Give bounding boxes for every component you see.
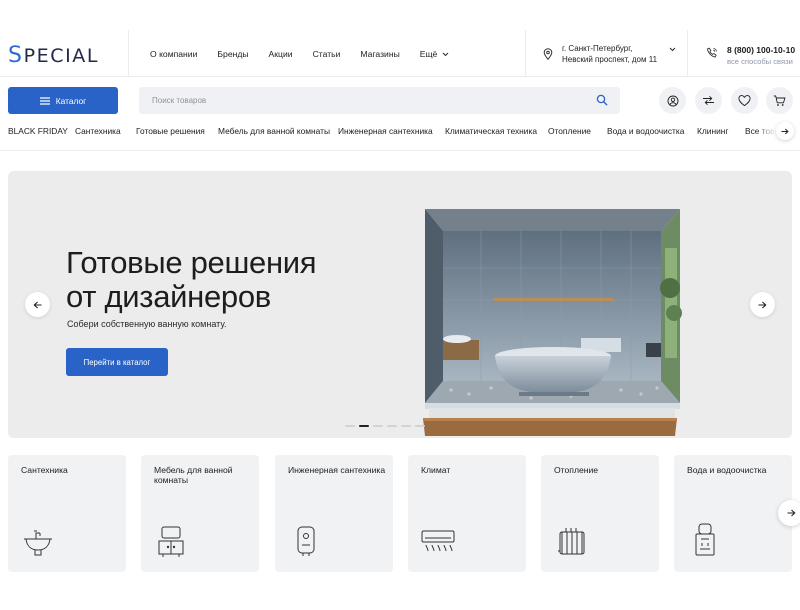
category-card-title: Инженерная сантехника bbox=[288, 465, 386, 475]
hero-subtitle: Собери собственную ванную комнату. bbox=[67, 319, 227, 329]
air-conditioner-icon bbox=[421, 530, 455, 552]
search-icon[interactable] bbox=[596, 94, 608, 106]
category-card-title: Вода и водоочистка bbox=[687, 465, 767, 475]
catalog-button-label: Каталог bbox=[55, 95, 87, 106]
category-card-bathroom-furniture[interactable]: Мебель для ванной комнаты bbox=[141, 455, 259, 572]
slider-dots bbox=[345, 425, 425, 427]
location-line2: Невский проспект, дом 11 bbox=[562, 55, 658, 64]
hero-cta-button[interactable]: Перейти в каталог bbox=[66, 348, 168, 376]
nav-more-label: Ещё bbox=[419, 49, 438, 59]
category-nav-next-button[interactable] bbox=[776, 122, 794, 140]
cart-button[interactable] bbox=[766, 87, 793, 114]
vanity-icon bbox=[158, 526, 184, 557]
category-card-engineering-plumbing[interactable]: Инженерная сантехника bbox=[275, 455, 393, 572]
heart-icon bbox=[738, 94, 751, 106]
category-card-title: Сантехника bbox=[21, 465, 68, 475]
compare-icon bbox=[703, 95, 714, 106]
location-selector[interactable]: г. Санкт-Петербург, Невский проспект, до… bbox=[543, 43, 676, 65]
divider bbox=[525, 30, 526, 76]
category-card-title: Климат bbox=[421, 465, 451, 475]
nav-about-link[interactable]: О компании bbox=[150, 49, 197, 59]
favorites-button[interactable] bbox=[731, 87, 758, 114]
divider bbox=[128, 30, 129, 76]
category-link[interactable]: Климатическая техника bbox=[445, 126, 537, 136]
top-header: SPECIAL О компании Бренды Акции Статьи М… bbox=[0, 30, 800, 77]
top-nav: О компании Бренды Акции Статьи Магазины … bbox=[150, 49, 469, 59]
phone-icon bbox=[706, 47, 717, 58]
user-icon bbox=[667, 95, 678, 106]
phone-number[interactable]: 8 (800) 100-10-10 bbox=[727, 44, 795, 56]
nav-articles-link[interactable]: Статьи bbox=[313, 49, 341, 59]
location-pin-icon bbox=[543, 48, 553, 60]
slider-dot[interactable] bbox=[373, 425, 383, 427]
category-nav: BLACK FRIDAY Сантехника Готовые решения … bbox=[8, 125, 800, 139]
category-link[interactable]: Сантехника bbox=[75, 126, 121, 136]
arrow-right-icon bbox=[787, 509, 796, 517]
cards-next-button[interactable] bbox=[778, 500, 800, 526]
sink-icon bbox=[24, 530, 52, 556]
category-card-heating[interactable]: Отопление bbox=[541, 455, 659, 572]
logo[interactable]: SPECIAL bbox=[8, 43, 99, 68]
slider-dot[interactable] bbox=[345, 425, 355, 427]
radiator-icon bbox=[558, 528, 585, 555]
hero-bathroom-image bbox=[423, 209, 682, 436]
nav-more-dropdown[interactable]: Ещё bbox=[420, 49, 450, 59]
compare-button[interactable] bbox=[695, 87, 722, 114]
water-cooler-icon bbox=[695, 523, 715, 556]
account-button[interactable] bbox=[659, 87, 686, 114]
category-link[interactable]: Мебель для ванной комнаты bbox=[218, 126, 330, 136]
nav-stores-link[interactable]: Магазины bbox=[360, 49, 399, 59]
hero-banner: Готовые решения от дизайнеров Собери соб… bbox=[8, 171, 792, 438]
category-link[interactable]: Отопление bbox=[548, 126, 591, 136]
nav-promos-link[interactable]: Акции bbox=[269, 49, 293, 59]
search-bar bbox=[139, 87, 620, 114]
category-card-title: Отопление bbox=[554, 465, 599, 475]
chevron-down-icon bbox=[669, 47, 676, 52]
water-heater-icon bbox=[297, 526, 315, 556]
category-card-plumbing[interactable]: Сантехника bbox=[8, 455, 126, 572]
divider bbox=[0, 150, 800, 151]
chevron-down-icon bbox=[442, 52, 449, 56]
arrow-left-icon bbox=[33, 301, 42, 308]
category-link[interactable]: Клининг bbox=[697, 126, 728, 136]
slider-dot[interactable] bbox=[387, 425, 397, 427]
contact-methods-link[interactable]: все способы связи bbox=[727, 56, 795, 68]
divider bbox=[687, 30, 688, 76]
catalog-button[interactable]: Каталог bbox=[8, 87, 118, 114]
search-input[interactable] bbox=[152, 87, 572, 114]
arrow-right-icon bbox=[781, 128, 789, 134]
slider-dot-active[interactable] bbox=[359, 425, 369, 427]
location-line1: г. Санкт-Петербург, bbox=[562, 44, 633, 53]
category-link[interactable]: Вода и водоочистка bbox=[607, 126, 684, 136]
category-link[interactable]: Готовые решения bbox=[136, 126, 205, 136]
cart-icon bbox=[773, 95, 786, 106]
contact-block[interactable]: 8 (800) 100-10-10 все способы связи bbox=[706, 44, 795, 68]
menu-icon bbox=[39, 96, 50, 105]
nav-brands-link[interactable]: Бренды bbox=[217, 49, 248, 59]
hero-title: Готовые решения от дизайнеров bbox=[66, 245, 317, 314]
slider-dot[interactable] bbox=[415, 425, 425, 427]
category-card-title: Мебель для ванной комнаты bbox=[154, 465, 233, 485]
category-link[interactable]: Инженерная сантехника bbox=[338, 126, 433, 136]
hero-prev-button[interactable] bbox=[25, 292, 50, 317]
category-card-water[interactable]: Вода и водоочистка bbox=[674, 455, 792, 572]
category-link[interactable]: BLACK FRIDAY bbox=[8, 126, 68, 136]
category-card-climate[interactable]: Климат bbox=[408, 455, 526, 572]
arrow-right-icon bbox=[758, 301, 767, 308]
slider-dot[interactable] bbox=[401, 425, 411, 427]
hero-next-button[interactable] bbox=[750, 292, 775, 317]
